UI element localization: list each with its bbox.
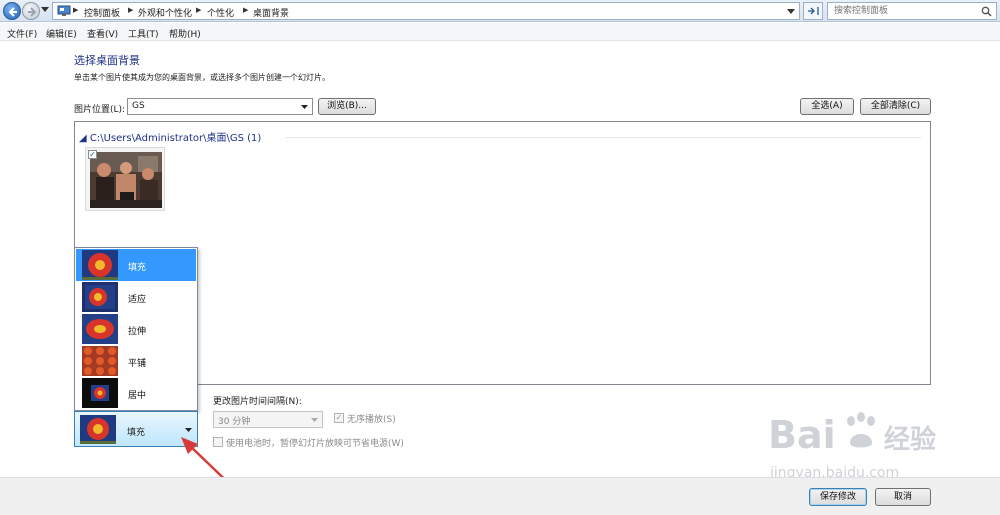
forward-arrow-icon [28,7,37,17]
history-dropdown-icon[interactable] [41,7,49,13]
browse-button[interactable]: 浏览(B)... [318,98,376,115]
fill-preview-icon [80,415,116,444]
page-description: 单击某个图片使其成为您的桌面背景，或选择多个图片创建一个幻灯片。 [74,73,330,82]
search-icon[interactable] [981,6,992,17]
picture-gallery: ◢ C:\Users\Administrator\桌面\GS (1) ✓ [74,121,931,385]
menu-help[interactable]: 帮助(H) [169,27,201,40]
picture-position-list: 填充 适应 拉伸 平铺 居中 [74,247,198,411]
picture-location-label: 图片位置(L): [74,105,126,115]
refresh-button[interactable] [803,2,823,20]
collapse-icon[interactable]: ◢ [79,133,90,144]
position-option-label: 居中 [128,391,147,401]
paw-logo-icon [847,412,875,448]
center-preview-icon [82,378,118,408]
fit-preview-icon [82,282,118,312]
shuffle-checkbox[interactable]: ✓ [334,413,344,423]
search-box[interactable] [827,2,997,20]
menu-edit[interactable]: 编辑(E) [46,27,77,40]
save-changes-button[interactable]: 保存修改 [809,488,867,506]
position-option-label: 拉伸 [128,327,147,337]
page-title: 选择桌面背景 [74,54,140,67]
breadcrumb-separator: ▶ [128,6,134,14]
wallpaper-image [90,152,162,208]
breadcrumb-control-panel[interactable]: 控制面板 [84,6,120,19]
breadcrumb-personalization[interactable]: 个性化 [207,6,234,19]
menu-view[interactable]: 查看(V) [87,27,118,40]
picture-location-select[interactable]: GS [127,98,313,115]
clear-all-button[interactable]: 全部清除(C) [860,98,931,115]
search-input[interactable] [834,4,974,18]
thumbnail-checkbox[interactable]: ✓ [88,150,97,159]
position-option-label: 填充 [128,263,147,273]
address-dropdown-icon[interactable] [787,9,795,14]
folder-group-path: C:\Users\Administrator\桌面\GS (1) [89,133,262,144]
back-arrow-icon [8,7,17,17]
refresh-icon [808,7,819,15]
picture-position-value: 填充 [127,428,146,438]
position-option-stretch[interactable]: 拉伸 [76,313,196,345]
chevron-down-icon [301,105,308,109]
folder-group-header[interactable]: ◢ C:\Users\Administrator\桌面\GS (1) [79,129,261,144]
stretch-preview-icon [82,314,118,344]
chevron-down-icon [311,418,318,422]
position-option-fit[interactable]: 适应 [76,281,196,313]
position-option-label: 适应 [128,295,147,305]
position-option-center[interactable]: 居中 [76,377,196,409]
forward-button[interactable] [22,2,40,20]
position-option-label: 平铺 [128,359,147,369]
watermark-brand: Bai [768,413,836,457]
cancel-button[interactable]: 取消 [875,488,931,506]
shuffle-label: 无序播放(S) [347,415,396,425]
breadcrumb-appearance[interactable]: 外观和个性化 [138,6,192,19]
back-button[interactable] [3,2,21,20]
address-bar: ▶ 控制面板 ▶ 外观和个性化 ▶ 个性化 ▶ 桌面背景 [0,0,1000,22]
position-option-tile[interactable]: 平铺 [76,345,196,377]
interval-value: 30 分钟 [218,417,251,427]
breadcrumb-separator: ▶ [196,6,202,14]
position-option-fill[interactable]: 填充 [76,249,196,281]
fill-preview-icon [82,250,118,280]
chevron-down-icon [185,428,192,432]
select-all-button[interactable]: 全选(A) [800,98,854,115]
watermark-suffix: 经验 [884,425,937,455]
menu-file[interactable]: 文件(F) [7,27,37,40]
menu-tools[interactable]: 工具(T) [128,27,159,40]
wallpaper-thumbnail[interactable]: ✓ [85,147,165,211]
breadcrumb[interactable]: ▶ 控制面板 ▶ 外观和个性化 ▶ 个性化 ▶ 桌面背景 [52,2,800,20]
tile-preview-icon [82,346,118,376]
interval-label: 更改图片时间间隔(N): [213,397,302,407]
battery-pause-label: 使用电池时，暂停幻灯片放映可节省电源(W) [226,439,404,449]
menu-bar: 文件(F) 编辑(E) 查看(V) 工具(T) 帮助(H) [0,23,1000,41]
group-divider [285,137,921,138]
interval-select[interactable]: 30 分钟 [213,411,323,428]
breadcrumb-separator: ▶ [243,6,249,14]
picture-location-value: GS [132,101,145,111]
breadcrumb-desktop-background[interactable]: 桌面背景 [253,6,289,19]
breadcrumb-separator: ▶ [73,6,79,14]
control-panel-icon [57,5,71,16]
